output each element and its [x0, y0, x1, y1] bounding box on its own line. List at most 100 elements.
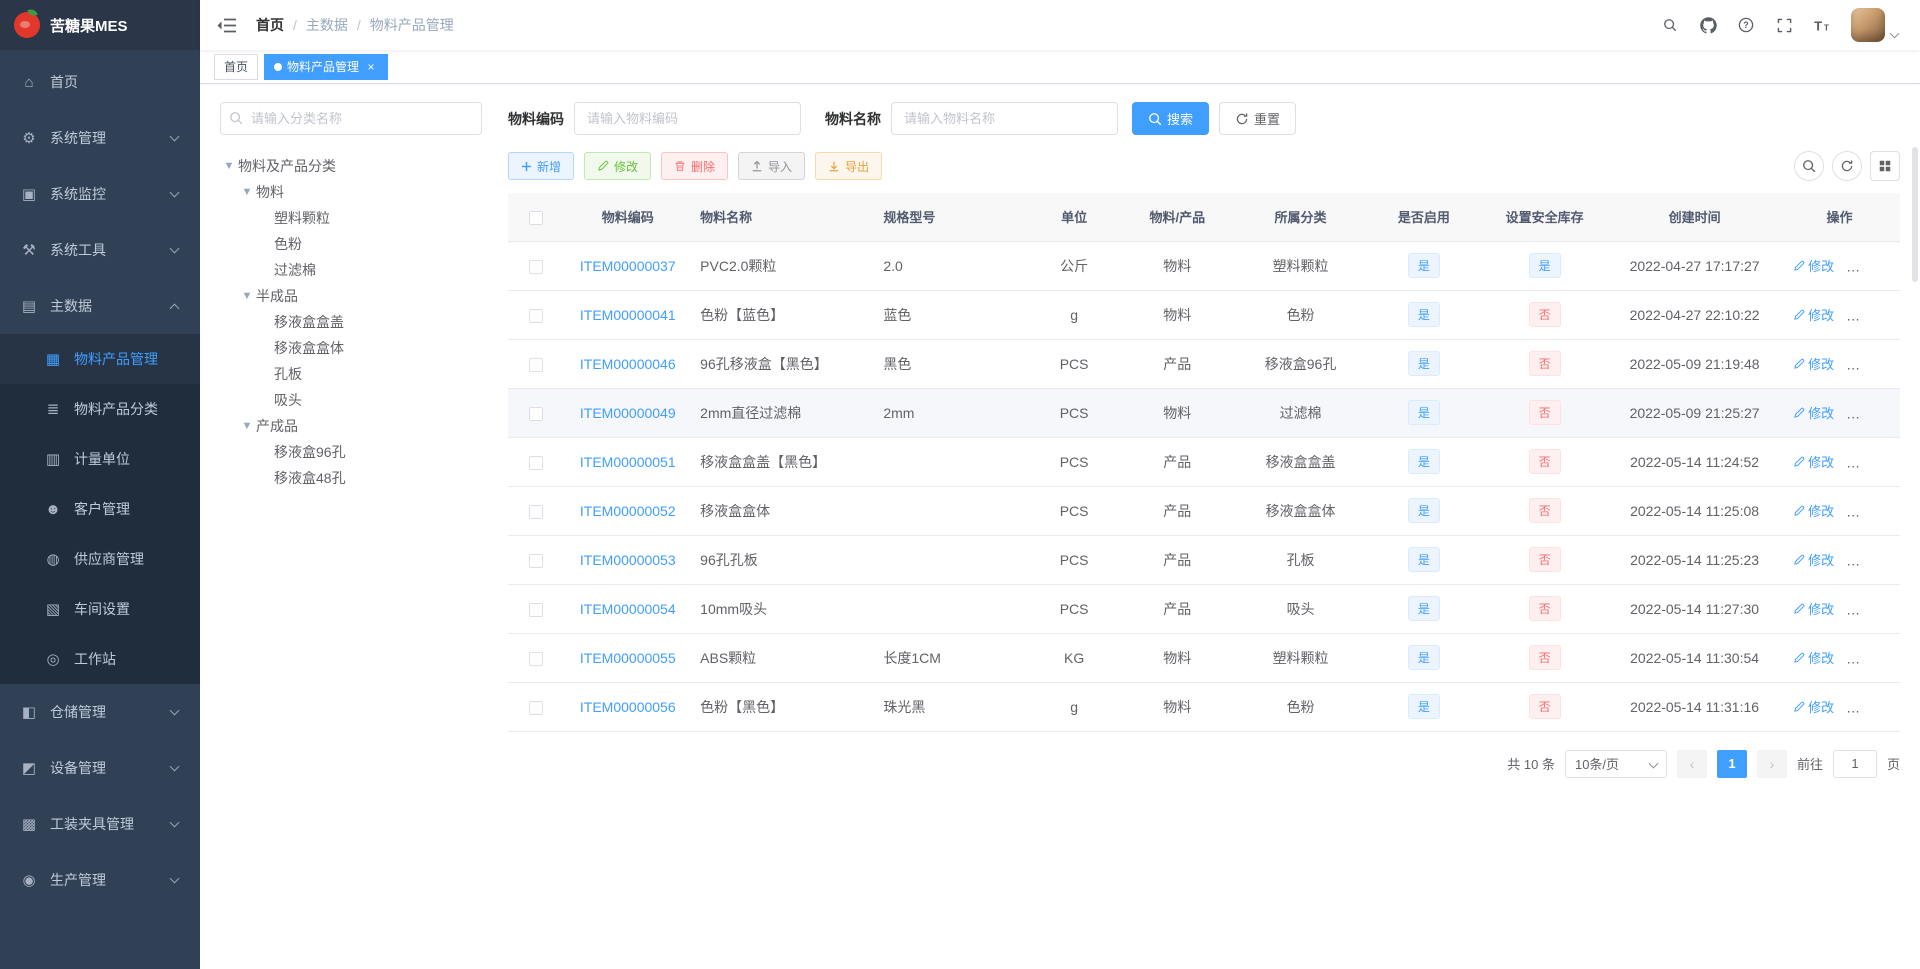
- tree-node[interactable]: 移液盒48孔: [220, 465, 482, 491]
- sidebar-item-master-data[interactable]: ▤ 主数据: [0, 278, 200, 334]
- toggle-search-button[interactable]: [1794, 151, 1824, 181]
- sidebar-item-fixture-management[interactable]: ▩ 工装夹具管理: [0, 796, 200, 852]
- cell-category: 移液盒盒盖: [1232, 437, 1369, 487]
- avatar[interactable]: [1851, 8, 1885, 42]
- row-edit-link[interactable]: 修改: [1793, 697, 1834, 716]
- tag-close-icon[interactable]: ×: [364, 60, 378, 74]
- add-button[interactable]: 新增: [508, 152, 575, 180]
- sidebar-item-equipment-management[interactable]: ◩ 设备管理: [0, 740, 200, 796]
- sidebar-item-system-tools[interactable]: ⚒ 系统工具: [0, 222, 200, 278]
- status-badge: 否: [1528, 449, 1561, 474]
- material-code-link[interactable]: ITEM00000049: [580, 405, 676, 421]
- row-checkbox[interactable]: [528, 357, 543, 372]
- tree-node[interactable]: ▼ 半成品: [220, 283, 482, 309]
- sidebar-item-customer-management[interactable]: ☻ 客户管理: [0, 484, 200, 534]
- row-edit-link[interactable]: 修改: [1793, 354, 1834, 373]
- material-code-link[interactable]: ITEM00000052: [580, 503, 676, 519]
- tree-node[interactable]: 移液盒96孔: [220, 439, 482, 465]
- question-icon[interactable]: ?: [1727, 0, 1765, 50]
- sidebar-item-system-management[interactable]: ⚙ 系统管理: [0, 110, 200, 166]
- user-menu[interactable]: [1851, 0, 1900, 50]
- sidebar-item-workstation[interactable]: ◎ 工作站: [0, 634, 200, 684]
- sidebar-item-system-monitor[interactable]: ▣ 系统监控: [0, 166, 200, 222]
- next-page-button[interactable]: ›: [1756, 749, 1787, 778]
- sidebar-item-workshop-settings[interactable]: ▧ 车间设置: [0, 584, 200, 634]
- select-all-checkbox[interactable]: [528, 210, 543, 225]
- row-checkbox[interactable]: [528, 406, 543, 421]
- prev-page-button[interactable]: ‹: [1676, 749, 1707, 778]
- material-code-link[interactable]: ITEM00000056: [580, 699, 676, 715]
- category-search-input[interactable]: [220, 102, 482, 135]
- row-edit-link[interactable]: 修改: [1793, 305, 1834, 324]
- tree-node[interactable]: 色粉: [220, 231, 482, 257]
- delete-link-label: 删除: [1861, 406, 1888, 421]
- delete-link-label: 删除: [1861, 651, 1888, 666]
- sidebar-item-home[interactable]: ⌂ 首页: [0, 54, 200, 110]
- tree-node[interactable]: ▼ 物料及产品分类: [220, 153, 482, 179]
- reset-button[interactable]: 重置: [1219, 102, 1297, 135]
- delete-button[interactable]: 删除: [661, 152, 729, 180]
- github-icon[interactable]: [1689, 0, 1727, 50]
- scrollbar-thumb[interactable]: [1912, 147, 1918, 282]
- row-edit-link[interactable]: 修改: [1793, 501, 1834, 520]
- tag-home[interactable]: 首页: [214, 53, 259, 80]
- row-checkbox[interactable]: [528, 651, 543, 666]
- row-checkbox[interactable]: [528, 259, 543, 274]
- material-code-link[interactable]: ITEM00000046: [580, 356, 676, 372]
- tree-node[interactable]: 移液盒盒盖: [220, 309, 482, 335]
- row-edit-link[interactable]: 修改: [1793, 452, 1834, 471]
- row-edit-link[interactable]: 修改: [1793, 550, 1834, 569]
- material-code-link[interactable]: ITEM00000055: [580, 650, 676, 666]
- row-checkbox[interactable]: [528, 455, 543, 470]
- sidebar-item-material-product-category[interactable]: ≣ 物料产品分类: [0, 384, 200, 434]
- row-checkbox[interactable]: [528, 602, 543, 617]
- material-code-link[interactable]: ITEM00000054: [580, 601, 676, 617]
- sidebar-item-measure-unit[interactable]: ▥ 计量单位: [0, 434, 200, 484]
- breadcrumb-item[interactable]: 主数据: [306, 15, 348, 35]
- material-code-input[interactable]: [574, 102, 801, 135]
- search-button[interactable]: 搜索: [1132, 102, 1210, 135]
- page-size-select[interactable]: 10条/页: [1564, 749, 1667, 778]
- columns-button[interactable]: [1870, 151, 1900, 181]
- sidebar-item-material-product-management[interactable]: ▦ 物料产品管理: [0, 334, 200, 384]
- breadcrumb-item[interactable]: 首页: [256, 15, 284, 35]
- row-checkbox[interactable]: [528, 553, 543, 568]
- goto-page-input[interactable]: [1832, 749, 1877, 778]
- row-edit-link[interactable]: 修改: [1793, 599, 1834, 618]
- row-edit-link[interactable]: 修改: [1793, 403, 1834, 422]
- tree-node[interactable]: 过滤棉: [220, 257, 482, 283]
- tree-node[interactable]: 吸头: [220, 387, 482, 413]
- refresh-button[interactable]: [1832, 151, 1862, 181]
- row-edit-link[interactable]: 修改: [1793, 256, 1834, 275]
- material-code-link[interactable]: ITEM00000051: [580, 454, 676, 470]
- material-name-input[interactable]: [891, 102, 1118, 135]
- tag-active[interactable]: 物料产品管理 ×: [264, 53, 389, 80]
- material-code-link[interactable]: ITEM00000037: [580, 258, 676, 274]
- tree-node[interactable]: ▼ 物料: [220, 179, 482, 205]
- tree-node[interactable]: ▼ 产成品: [220, 413, 482, 439]
- material-code-link[interactable]: ITEM00000041: [580, 307, 676, 323]
- tree-node-label: 孔板: [274, 366, 302, 382]
- export-button[interactable]: 导出: [815, 152, 883, 180]
- grid-icon: [1879, 160, 1891, 172]
- edit-button[interactable]: 修改: [584, 152, 652, 180]
- tree-node[interactable]: 塑料颗粒: [220, 205, 482, 231]
- row-checkbox[interactable]: [528, 308, 543, 323]
- tree-node[interactable]: 移液盒盒体: [220, 335, 482, 361]
- import-button[interactable]: 导入: [738, 152, 806, 180]
- cell-created: 2022-04-27 22:10:22: [1610, 290, 1780, 340]
- sidebar-item-supplier-management[interactable]: ◍ 供应商管理: [0, 534, 200, 584]
- material-code-link[interactable]: ITEM00000053: [580, 552, 676, 568]
- hamburger-icon[interactable]: [216, 15, 240, 35]
- row-edit-link[interactable]: 修改: [1793, 648, 1834, 667]
- row-checkbox[interactable]: [528, 504, 543, 519]
- cell-safe_stock: 否: [1479, 339, 1611, 389]
- search-icon[interactable]: [1651, 0, 1689, 50]
- sidebar-item-production-management[interactable]: ◉ 生产管理: [0, 852, 200, 908]
- sidebar-item-warehouse-management[interactable]: ◧ 仓储管理: [0, 684, 200, 740]
- font-size-icon[interactable]: TT: [1803, 0, 1841, 50]
- current-page-button[interactable]: 1: [1716, 749, 1747, 778]
- tree-node[interactable]: 孔板: [220, 361, 482, 387]
- row-checkbox[interactable]: [528, 700, 543, 715]
- fullscreen-icon[interactable]: [1765, 0, 1803, 50]
